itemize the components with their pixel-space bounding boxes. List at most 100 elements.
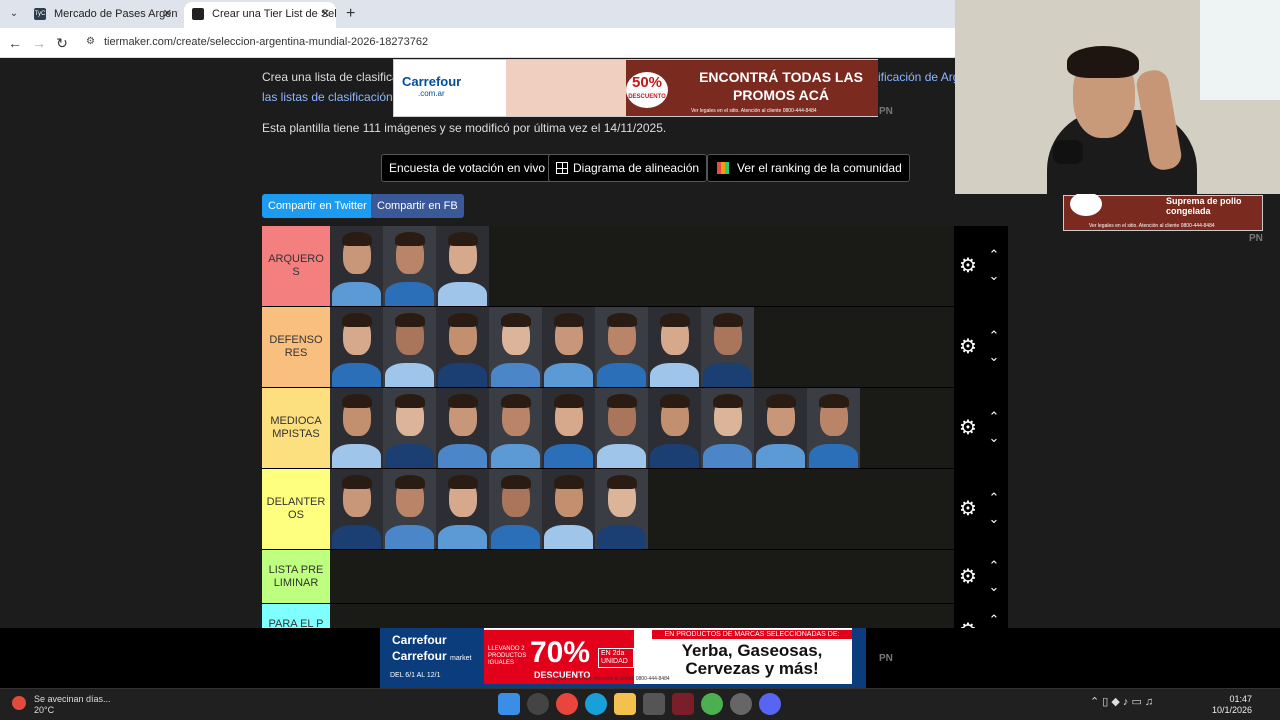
player-shirt: [491, 525, 540, 549]
player-image[interactable]: [489, 388, 542, 468]
player-image[interactable]: [489, 469, 542, 549]
player-image[interactable]: [330, 469, 383, 549]
gear-icon[interactable]: ⚙: [957, 336, 979, 358]
player-image[interactable]: [701, 307, 754, 387]
tier-row: MEDIOCAMPISTAS ⚙ ⌃ ⌄: [262, 388, 1008, 469]
obs-icon[interactable]: [730, 693, 752, 715]
chevron-down-icon[interactable]: ⌄: [986, 350, 1002, 364]
chrome-profile-icon[interactable]: [701, 693, 723, 715]
player-image[interactable]: [330, 388, 383, 468]
chevron-up-icon[interactable]: ⌃: [986, 491, 1002, 505]
tier-label[interactable]: ARQUEROS: [262, 226, 330, 306]
community-ranking-button[interactable]: Ver el ranking de la comunidad: [707, 154, 910, 182]
tab-label: Crear una Tier List de Selección: [212, 8, 336, 20]
player-image[interactable]: [489, 307, 542, 387]
carrefour-ad-bottom[interactable]: Carrefour Carrefour market DEL 6/1 AL 12…: [380, 628, 866, 688]
player-image[interactable]: [436, 226, 489, 306]
chevron-up-icon[interactable]: ⌃: [986, 329, 1002, 343]
clock[interactable]: 01:47 10/1/2026: [1212, 694, 1252, 716]
player-image[interactable]: [383, 469, 436, 549]
lineup-diagram-button[interactable]: Diagrama de alineación: [548, 154, 708, 182]
chevron-up-icon[interactable]: ⌃: [986, 410, 1002, 424]
player-image[interactable]: [754, 388, 807, 468]
tab-mercado-de-pases[interactable]: TyC Mercado de Pases Argentina 20 ✕: [26, 2, 178, 28]
tier-controls: ⚙ ⌃ ⌄: [954, 469, 1008, 549]
start-icon[interactable]: [498, 693, 520, 715]
reload-icon[interactable]: ↻: [53, 34, 71, 52]
url-field[interactable]: tiermaker.com/create/seleccion-argentina…: [104, 36, 428, 48]
tier-label[interactable]: LISTA PRELIMINAR: [262, 550, 330, 603]
share-twitter-button[interactable]: Compartir en Twitter: [262, 194, 373, 218]
discount-badge: 50% DESCUENTO: [626, 72, 668, 108]
store-icon[interactable]: [643, 693, 665, 715]
player-image[interactable]: [648, 388, 701, 468]
edge-icon[interactable]: [585, 693, 607, 715]
player-image[interactable]: [436, 469, 489, 549]
search-icon[interactable]: [527, 693, 549, 715]
chrome-icon[interactable]: [556, 693, 578, 715]
player-image[interactable]: [383, 307, 436, 387]
player-image[interactable]: [542, 388, 595, 468]
back-arrow-icon[interactable]: ←: [6, 34, 24, 52]
gear-icon[interactable]: ⚙: [957, 255, 979, 277]
player-image[interactable]: [542, 469, 595, 549]
chevron-down-icon[interactable]: ⌄: [986, 579, 1002, 594]
tier-controls: ⚙ ⌃ ⌄: [954, 307, 1008, 387]
tab-label: Mercado de Pases Argentina 20: [54, 8, 178, 20]
player-image[interactable]: [648, 307, 701, 387]
player-shirt: [332, 282, 381, 306]
player-image[interactable]: [330, 307, 383, 387]
player-hair: [607, 475, 637, 489]
player-image[interactable]: [595, 388, 648, 468]
discord-icon[interactable]: [759, 693, 781, 715]
gear-icon[interactable]: ⚙: [957, 417, 979, 439]
player-image[interactable]: [807, 388, 860, 468]
seal-icon: [1070, 192, 1102, 216]
player-hair: [501, 313, 531, 327]
system-tray[interactable]: ⌃ ▯ ◆ ♪ ▭ ♫: [1090, 695, 1153, 708]
player-hair: [607, 394, 637, 408]
player-image[interactable]: [595, 469, 648, 549]
tier-label[interactable]: DEFENSORES: [262, 307, 330, 387]
tier-label[interactable]: MEDIOCAMPISTAS: [262, 388, 330, 468]
chevron-up-icon[interactable]: ⌃: [986, 612, 1002, 627]
live-vote-button[interactable]: Encuesta de votación en vivo: [381, 154, 554, 182]
app-icon[interactable]: [672, 693, 694, 715]
player-image[interactable]: [330, 226, 383, 306]
carrefour-ad-top[interactable]: Carrefour .com.ar 50% DESCUENTO ENCONTRÁ T…: [393, 59, 878, 117]
file-explorer-icon[interactable]: [614, 693, 636, 715]
player-hair: [342, 313, 372, 327]
player-image[interactable]: [383, 388, 436, 468]
intro-link-right[interactable]: sificación de Arg: [872, 67, 959, 87]
player-shirt: [544, 444, 593, 468]
player-image[interactable]: [383, 226, 436, 306]
chevron-up-icon[interactable]: ⌃: [986, 558, 1002, 573]
tab-tier-list[interactable]: Crear una Tier List de Selección ✕: [184, 2, 336, 28]
player-image[interactable]: [436, 307, 489, 387]
carrefour-ad-side[interactable]: Suprema de pollo congelada Ver legales e…: [1063, 192, 1263, 231]
chevron-down-icon[interactable]: ⌄: [986, 512, 1002, 526]
gear-icon[interactable]: ⚙: [957, 498, 979, 520]
player-shirt: [809, 444, 858, 468]
close-icon[interactable]: ✕: [321, 2, 330, 26]
player-image[interactable]: [701, 388, 754, 468]
share-fb-button[interactable]: Compartir en FB: [371, 194, 464, 218]
player-shirt: [438, 363, 487, 387]
tier-label[interactable]: DELANTEROS: [262, 469, 330, 549]
forward-arrow-icon[interactable]: →: [30, 34, 48, 52]
chevron-up-icon[interactable]: ⌃: [986, 248, 1002, 262]
tab-search-chevron-icon[interactable]: ⌄: [6, 6, 22, 22]
gear-icon[interactable]: ⚙: [957, 566, 979, 588]
chevron-down-icon[interactable]: ⌄: [986, 431, 1002, 445]
new-tab-plus-icon[interactable]: +: [346, 5, 355, 23]
tiermaker-favicon-icon: [192, 8, 204, 20]
close-icon[interactable]: ✕: [163, 2, 172, 26]
chevron-down-icon[interactable]: ⌄: [986, 269, 1002, 283]
gear-icon[interactable]: ⚙: [957, 620, 979, 629]
player-image[interactable]: [595, 307, 648, 387]
tier-label[interactable]: PARA EL PRÓXIMO: [262, 604, 330, 628]
intro-link[interactable]: las listas de clasificación d: [262, 90, 403, 104]
player-image[interactable]: [436, 388, 489, 468]
site-info-icon[interactable]: ⚙: [86, 36, 95, 47]
player-image[interactable]: [542, 307, 595, 387]
